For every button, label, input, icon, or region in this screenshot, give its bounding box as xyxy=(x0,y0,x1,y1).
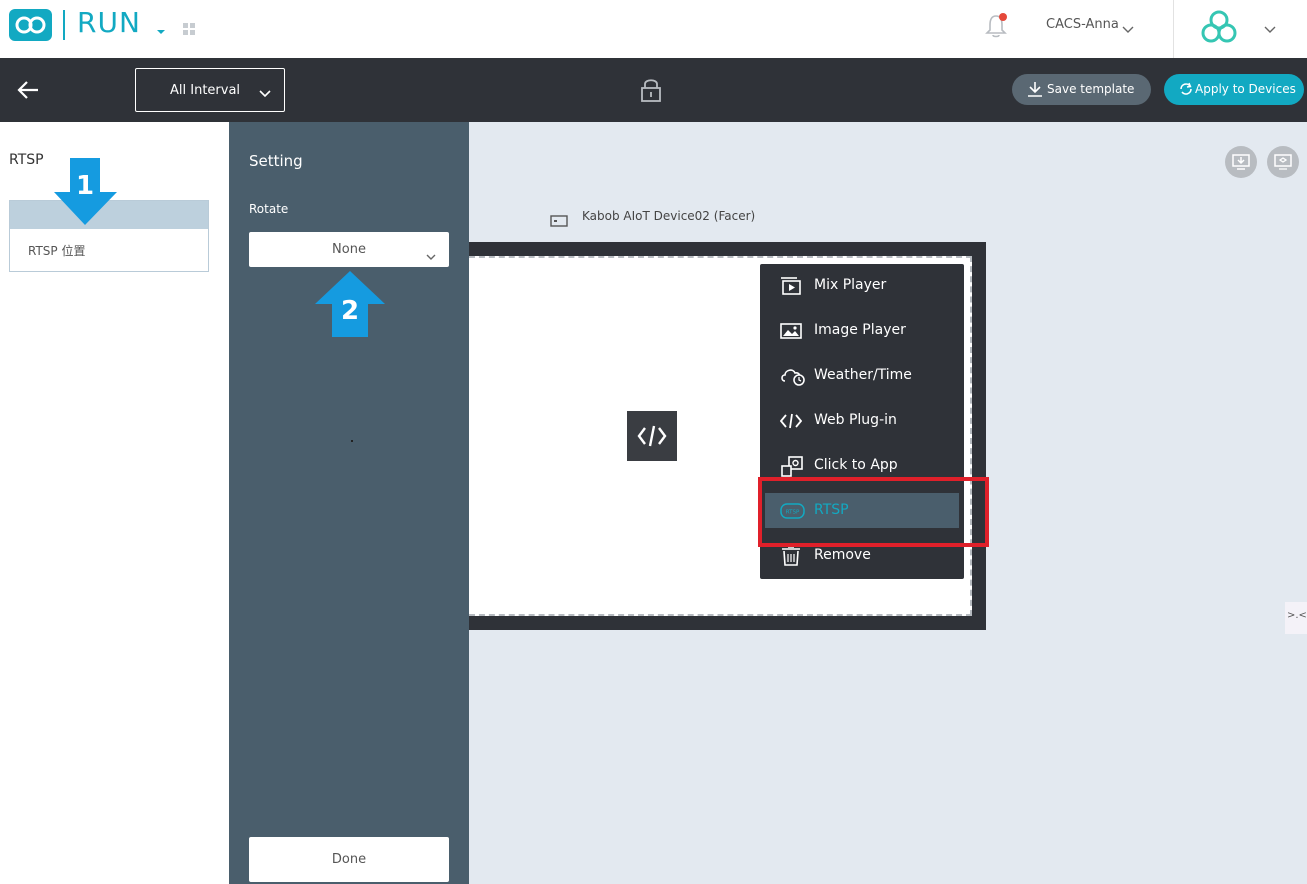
monitor-preview-icon xyxy=(1274,154,1292,170)
top-app-bar: RUN CACS-Anna xyxy=(0,0,1307,58)
sync-icon xyxy=(1179,82,1193,99)
device-name: Kabob AIoT Device02 (Facer) xyxy=(582,209,756,223)
app-name[interactable]: RUN xyxy=(77,6,141,39)
menu-item-mix-player[interactable]: Mix Player xyxy=(760,268,964,304)
code-icon xyxy=(779,411,803,435)
web-plugin-placeholder[interactable] xyxy=(627,411,677,461)
rtsp-highlight-box xyxy=(758,477,989,547)
brand-logo-icon[interactable] xyxy=(1199,9,1239,49)
step-1-number: 1 xyxy=(76,171,94,201)
step-1-arrow-icon: 1 xyxy=(54,158,117,225)
menu-item-label: Weather/Time xyxy=(814,367,912,383)
side-toggle-label: >.< xyxy=(1287,610,1307,621)
menu-item-label: Web Plug-in xyxy=(814,412,897,428)
lock-icon[interactable] xyxy=(640,77,662,107)
apps-grid-icon[interactable] xyxy=(183,20,195,39)
download-icon xyxy=(1027,81,1043,100)
monitor-download-icon xyxy=(1232,154,1250,170)
menu-item-label: Mix Player xyxy=(814,277,887,293)
interval-select[interactable]: All Interval xyxy=(135,68,285,112)
weather-icon xyxy=(780,366,806,390)
logo-separator xyxy=(63,10,65,40)
interval-select-value: All Interval xyxy=(170,83,241,98)
layout-canvas: Kabob AIoT Device02 (Facer) Mix Player I… xyxy=(469,122,1307,884)
notification-dot xyxy=(999,13,1007,21)
setting-panel: Setting Rotate None Done xyxy=(229,122,469,884)
image-player-icon xyxy=(780,321,802,345)
menu-item-label: Click to App xyxy=(814,457,898,473)
step-2-arrow-icon: 2 xyxy=(315,271,385,337)
save-template-button[interactable]: Save template xyxy=(1012,74,1151,105)
import-screen-button[interactable] xyxy=(1225,146,1257,178)
app-switch-caret-icon[interactable] xyxy=(156,21,166,40)
brand-menu-chevron-icon[interactable] xyxy=(1264,19,1276,38)
apply-to-devices-button[interactable]: Apply to Devices xyxy=(1164,74,1304,105)
rotate-label: Rotate xyxy=(249,202,289,216)
trash-icon xyxy=(780,546,802,570)
menu-item-label: Remove xyxy=(814,547,871,563)
step-2-number: 2 xyxy=(341,296,359,326)
editor-toolbar: All Interval Save template Apply to Devi… xyxy=(0,58,1307,122)
mix-player-icon xyxy=(780,276,802,300)
done-button[interactable]: Done xyxy=(249,837,449,882)
menu-item-label: Image Player xyxy=(814,322,906,338)
rotate-select-value: None xyxy=(332,242,366,257)
setting-title: Setting xyxy=(249,152,303,170)
menu-item-weather-time[interactable]: Weather/Time xyxy=(760,358,964,394)
code-icon xyxy=(637,425,667,447)
back-arrow-icon[interactable] xyxy=(16,80,40,104)
preview-screen-button[interactable] xyxy=(1267,146,1299,178)
device-icon xyxy=(550,212,568,231)
panel-title: RTSP xyxy=(9,152,44,168)
done-button-label: Done xyxy=(331,852,367,867)
menu-item-web-plugin[interactable]: Web Plug-in xyxy=(760,403,964,439)
side-panel-toggle[interactable]: >.< xyxy=(1285,602,1307,634)
rotate-select[interactable]: None xyxy=(249,232,449,267)
user-name[interactable]: CACS-Anna xyxy=(1046,17,1119,32)
apply-to-devices-label: Apply to Devices xyxy=(1195,82,1296,96)
topbar-divider xyxy=(1173,0,1174,58)
widget-list-panel: RTSP RTSP 位置 xyxy=(0,122,229,884)
chevron-down-icon xyxy=(426,246,436,265)
rtsp-card-label: RTSP 位置 xyxy=(28,244,86,258)
save-template-label: Save template xyxy=(1047,82,1135,96)
user-menu-chevron-icon[interactable] xyxy=(1122,19,1134,38)
stray-dot xyxy=(351,440,353,442)
menu-item-image-player[interactable]: Image Player xyxy=(760,313,964,349)
chevron-down-icon xyxy=(259,83,271,102)
app-logo-icon[interactable] xyxy=(9,9,52,41)
